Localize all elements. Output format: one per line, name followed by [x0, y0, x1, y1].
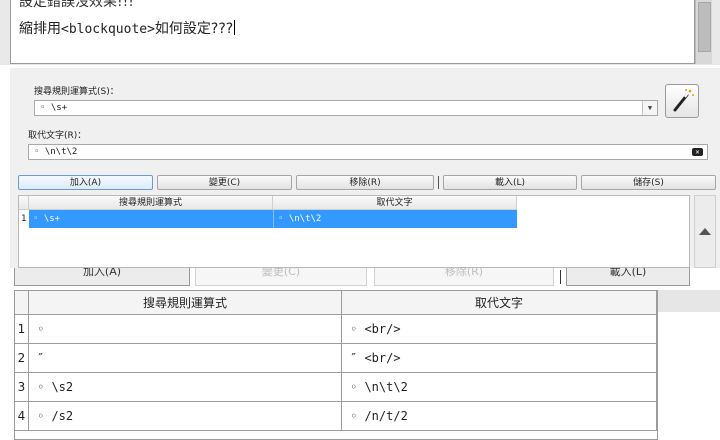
search-regex-input[interactable]: ◦ \s+ ▼ — [34, 100, 658, 116]
cell-replace[interactable]: ◦ \n\t\2 — [342, 373, 657, 402]
search-regex-label: 搜尋規則運算式(S)： — [34, 87, 119, 97]
lower-rules-table: 搜尋規則運算式 取代文字 1 ◦ ◦ <br/> 2 ″ ″ <br/> 3 ◦… — [14, 290, 658, 440]
table-corner — [19, 196, 29, 210]
editor-line-2: 縮排用<blockquote>如何設定??? — [19, 18, 236, 38]
save-button[interactable]: 儲存(S) — [581, 175, 716, 190]
clear-icon[interactable]: ✕ — [692, 148, 703, 156]
lower-button-separator — [560, 270, 561, 284]
line2-code: <blockquote> — [61, 22, 155, 37]
table-corner — [15, 291, 29, 315]
row-number: 2 — [15, 344, 29, 373]
lower-change-button[interactable]: 變更(C) — [195, 268, 367, 286]
dropdown-arrow-icon[interactable]: ▼ — [642, 101, 657, 115]
lower-remove-button[interactable]: 移除(R) — [374, 268, 554, 286]
table-scrollbar[interactable] — [694, 195, 716, 268]
row-number: 4 — [15, 402, 29, 431]
text-editor[interactable]: 設定錯誤沒效果!!! 縮排用<blockquote>如何設定??? — [10, 0, 695, 64]
cell-search[interactable]: ◦ — [29, 315, 342, 344]
button-separator — [438, 176, 439, 189]
cell-replace[interactable]: ◦ /n/t/2 — [342, 402, 657, 431]
magic-wand-icon[interactable] — [665, 84, 699, 118]
lower-panel: 加入(A) 變更(C) 移除(R) 載入(L) 搜尋規則運算式 取代文字 1 ◦… — [0, 268, 720, 440]
rules-table: 搜尋規則運算式 取代文字 1 ◦ \s+ ◦ \n\t\2 — [18, 195, 690, 268]
cell-search[interactable]: ″ — [29, 344, 342, 373]
gray-edge — [658, 290, 720, 312]
lower-add-button[interactable]: 加入(A) — [14, 268, 190, 286]
replace-text-value: ◦ \n\t\2 — [34, 147, 78, 157]
magic-wand-svg — [673, 89, 694, 112]
column-header-replace[interactable]: 取代文字 — [273, 196, 517, 210]
editor-scrollbar[interactable] — [695, 0, 712, 64]
cell-replace[interactable]: ″ <br/> — [342, 344, 657, 373]
editor-panel: 設定錯誤沒效果!!! 縮排用<blockquote>如何設定??? — [0, 0, 720, 65]
cell-replace[interactable]: ◦ <br/> — [342, 315, 657, 344]
scroll-up-icon[interactable] — [699, 228, 711, 235]
load-button[interactable]: 載入(L) — [443, 175, 577, 190]
line2-prefix: 縮排用 — [19, 21, 61, 37]
selected-cell-replace[interactable]: ◦ \n\t\2 — [273, 210, 517, 228]
scrollbar-thumb[interactable] — [698, 2, 711, 52]
text-caret — [234, 20, 236, 35]
remove-button[interactable]: 移除(R) — [296, 175, 434, 190]
lower-load-button[interactable]: 載入(L) — [566, 268, 690, 286]
column-header-search[interactable]: 搜尋規則運算式 — [29, 291, 342, 315]
column-header-replace[interactable]: 取代文字 — [342, 291, 657, 315]
row-number: 1 — [15, 315, 29, 344]
row-number: 1 — [21, 214, 27, 224]
column-header-search[interactable]: 搜尋規則運算式 — [29, 196, 273, 210]
regex-dialog: 搜尋規則運算式(S)： ◦ \s+ ▼ 取代文字(R)： ◦ \n\t\2 ✕ … — [10, 68, 720, 268]
cell-search[interactable]: ◦ \s2 — [29, 373, 342, 402]
editor-line-1: 設定錯誤沒效果!!! — [19, 0, 134, 10]
search-regex-value: ◦ \s+ — [40, 103, 68, 113]
line2-suffix: 如何設定??? — [154, 21, 234, 37]
row-number: 3 — [15, 373, 29, 402]
cell-search[interactable]: ◦ /s2 — [29, 402, 342, 431]
replace-text-input[interactable]: ◦ \n\t\2 ✕ — [28, 144, 708, 160]
change-button[interactable]: 變更(C) — [157, 175, 292, 190]
selected-cell-search[interactable]: ◦ \s+ — [29, 210, 273, 228]
replace-text-label: 取代文字(R)： — [28, 131, 87, 141]
add-button[interactable]: 加入(A) — [18, 175, 153, 190]
